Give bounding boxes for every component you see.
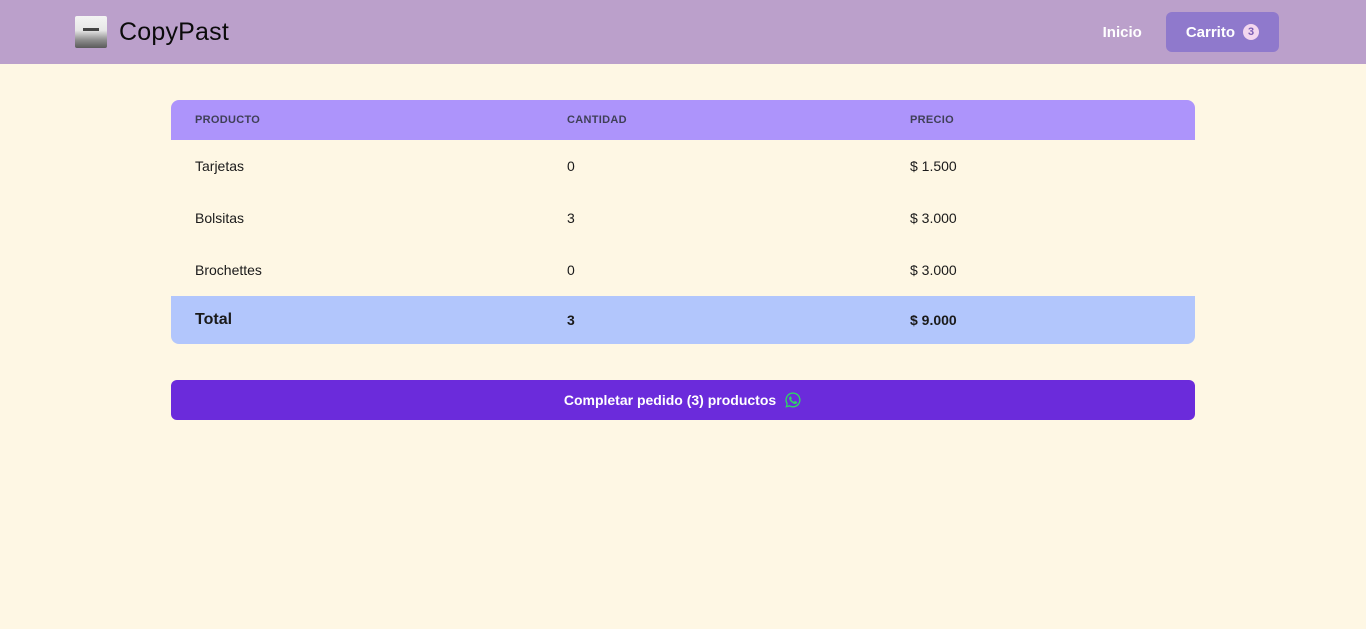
table-row: Bolsitas 3 $ 3.000 — [171, 192, 1195, 244]
total-row: Total 3 $ 9.000 — [171, 296, 1195, 344]
table-row: Tarjetas 0 $ 1.500 — [171, 140, 1195, 192]
brand-name: CopyPast — [119, 17, 229, 46]
brand-logo — [75, 16, 107, 48]
whatsapp-icon — [785, 392, 801, 408]
column-header-producto: PRODUCTO — [195, 114, 261, 126]
cell-producto: Bolsitas — [195, 210, 245, 226]
column-header-precio: PRECIO — [910, 114, 954, 126]
nav-links: Inicio Carrito 3 — [1103, 12, 1279, 52]
total-precio: $ 9.000 — [910, 312, 957, 328]
cell-cantidad: 3 — [567, 210, 575, 226]
table-row: Brochettes 0 $ 3.000 — [171, 244, 1195, 296]
nav-link-inicio[interactable]: Inicio — [1103, 24, 1142, 41]
total-label: Total — [195, 311, 233, 328]
navbar: CopyPast Inicio Carrito 3 — [0, 0, 1366, 64]
cell-precio: $ 3.000 — [910, 262, 957, 278]
complete-order-button[interactable]: Completar pedido (3) productos — [171, 380, 1195, 420]
cart-content: PRODUCTO CANTIDAD PRECIO Tarjetas 0 $ 1.… — [171, 100, 1195, 420]
table-header-row: PRODUCTO CANTIDAD PRECIO — [171, 100, 1195, 140]
cell-cantidad: 0 — [567, 262, 575, 278]
cell-precio: $ 3.000 — [910, 210, 957, 226]
cart-count-badge: 3 — [1243, 24, 1259, 40]
cart-label: Carrito — [1185, 23, 1235, 41]
cell-precio: $ 1.500 — [910, 158, 957, 174]
cart-button[interactable]: Carrito 3 — [1165, 12, 1279, 52]
total-cantidad: 3 — [567, 312, 575, 328]
cell-producto: Tarjetas — [195, 158, 245, 174]
cart-table: PRODUCTO CANTIDAD PRECIO Tarjetas 0 $ 1.… — [171, 100, 1195, 344]
complete-order-label: Completar pedido (3) productos — [563, 392, 777, 408]
column-header-cantidad: CANTIDAD — [567, 114, 627, 126]
cell-producto: Brochettes — [195, 262, 262, 278]
brand[interactable]: CopyPast — [75, 16, 229, 48]
cell-cantidad: 0 — [567, 158, 575, 174]
